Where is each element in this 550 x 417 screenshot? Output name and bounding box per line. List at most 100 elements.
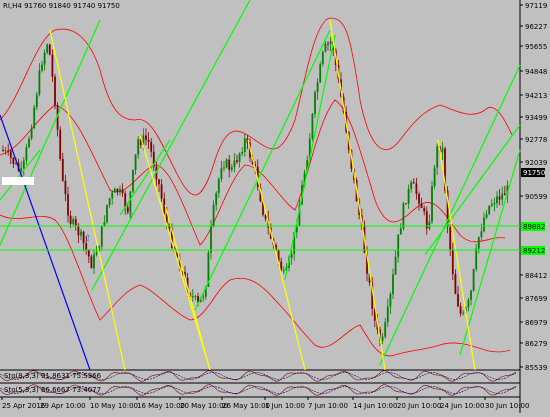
price-tick-label: 92039 [525, 159, 547, 167]
candle-body [38, 70, 41, 95]
candle-body [402, 203, 405, 229]
price-tick-label: 93499 [525, 114, 547, 122]
candle-body [80, 231, 82, 236]
candle-body [477, 237, 480, 249]
candle-body [467, 300, 470, 308]
level-label-lower: 89212 [523, 247, 545, 255]
candle-body [85, 243, 88, 250]
buy-arrow-icon-2: ⇧ [84, 234, 92, 244]
candle-body [113, 188, 116, 193]
time-tick-label: 24 Jun 10:00 [440, 402, 484, 410]
candle-body [22, 160, 25, 169]
price-tick-label: 96227 [525, 23, 547, 31]
candle-body [93, 254, 95, 269]
candle-body [119, 189, 121, 193]
candle-body [64, 180, 67, 195]
candle-body [25, 147, 28, 161]
object-label-box[interactable] [2, 177, 34, 185]
price-tick-label: 94848 [525, 68, 547, 76]
candle-body [220, 168, 223, 180]
candle-body [30, 128, 33, 139]
candle-body [95, 252, 98, 255]
price-tick-label: 94213 [525, 92, 547, 100]
price-tick-label: 92778 [525, 136, 547, 144]
current-price-label: 91750 [523, 169, 545, 177]
candle-body [87, 249, 90, 257]
candle-body [485, 214, 488, 218]
price-chart[interactable]: 97119 96227 95655 94848 94213 93499 92778 92039… [0, 0, 550, 413]
candle-body [397, 234, 400, 257]
symbol-header: RI,H4 91760 91840 91740 91750 [3, 2, 120, 10]
time-tick-label: 20 Jun 10:00 [397, 402, 441, 410]
candle-body [451, 249, 454, 275]
candle-body [33, 107, 36, 129]
candle-body [483, 217, 485, 232]
candle-body [158, 179, 160, 185]
level-label-upper: 89882 [523, 223, 545, 231]
candle-body [191, 296, 194, 298]
candle-body [503, 193, 506, 196]
candle-body [147, 139, 150, 142]
price-axis: 97119 96227 95655 94848 94213 93499 92778 92039… [520, 2, 547, 372]
candle-body [43, 52, 46, 65]
time-tick-label: 1 Jun 10:00 [265, 402, 305, 410]
time-tick-label: 20 May 10:00 [180, 402, 228, 410]
candle-body [103, 221, 106, 226]
candle-body [194, 296, 197, 298]
time-tick-label: 14 Jun 10:00 [353, 402, 397, 410]
time-tick-label: 10 May 10:00 [90, 402, 138, 410]
candle-body [488, 205, 491, 215]
candle-body [137, 139, 140, 155]
candle-body [472, 269, 475, 291]
candle-body [316, 82, 319, 93]
candle-body [121, 189, 124, 194]
candle-body [433, 167, 436, 187]
candle-body [384, 322, 387, 337]
price-tick-label: 88412 [525, 272, 547, 280]
price-tick-label: 87699 [525, 295, 547, 303]
price-tick-label: 90599 [525, 193, 547, 201]
candle-body [311, 113, 314, 139]
time-tick-label: 29 Apr 10:00 [40, 402, 86, 410]
candle-body [7, 150, 10, 152]
candle-body [493, 203, 496, 205]
candle-body [48, 44, 51, 55]
candle-body [389, 293, 392, 307]
candle-body [282, 270, 285, 272]
price-tick-label: 95655 [525, 43, 547, 51]
time-tick-label: 26 May 10:00 [222, 402, 270, 410]
candle-body [9, 151, 12, 158]
candle-body [490, 204, 493, 206]
candle-body [423, 207, 426, 212]
candle-body [72, 219, 75, 224]
candle-body [459, 306, 462, 314]
price-tick-label: 97119 [525, 2, 547, 10]
candle-body [428, 221, 431, 229]
candle-body [59, 129, 62, 159]
candle-body [20, 168, 23, 171]
price-tick-label: 85539 [525, 364, 547, 372]
candle-body [418, 194, 420, 204]
candle-body [46, 44, 49, 53]
candle-body [12, 157, 15, 164]
chart-window[interactable]: 97119 96227 95655 94848 94213 93499 92778 92039… [0, 0, 550, 413]
time-tick-label: 7 Jun 10:00 [308, 402, 348, 410]
candle-body [100, 225, 103, 247]
candle-body [223, 167, 225, 169]
candle-body [329, 41, 332, 44]
candle-body [290, 253, 293, 258]
candle-body [319, 64, 322, 83]
candle-body [230, 167, 233, 170]
candle-body [2, 150, 4, 151]
candle-body [407, 189, 410, 204]
candle-body [441, 148, 444, 153]
candle-body [233, 160, 236, 168]
candle-body [212, 204, 215, 226]
stoch1-label: Sto(8,3,3) 91.8631 75.5366 [4, 372, 102, 380]
candle-body [217, 179, 220, 193]
candle-body [35, 94, 38, 108]
candle-body [67, 194, 69, 216]
time-axis: 25 Apr 201629 Apr 10:00 10 May 10:0016 Ma… [1, 397, 529, 410]
candle-body [225, 159, 228, 168]
candle-body [475, 248, 478, 270]
